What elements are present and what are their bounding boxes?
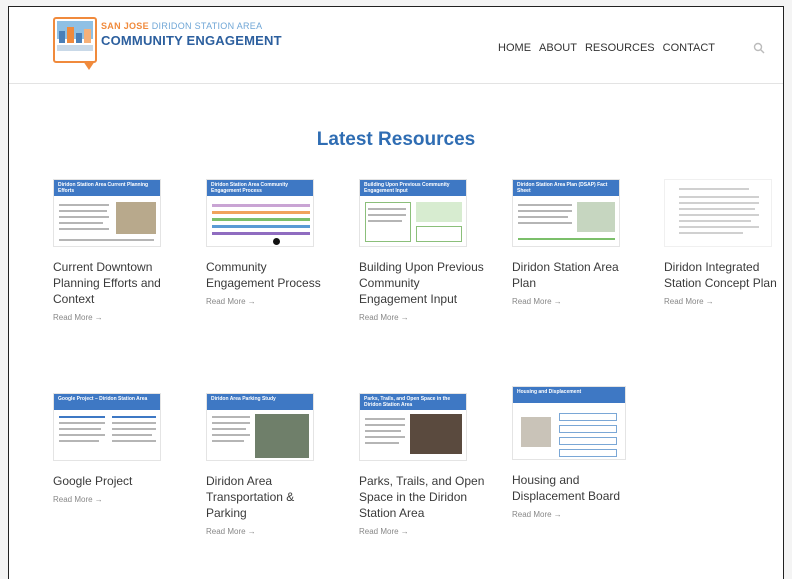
- resource-thumbnail[interactable]: Housing and Displacement: [512, 386, 626, 460]
- read-more-link[interactable]: Read More →: [359, 313, 409, 322]
- nav-item-contact[interactable]: CONTACT: [663, 42, 715, 54]
- thumbnail-title: Building Upon Previous Community Engagem…: [364, 182, 450, 194]
- read-more-link[interactable]: Read More →: [53, 313, 103, 322]
- resource-card: Housing and Displacement Housing and Dis…: [512, 386, 642, 522]
- resource-title[interactable]: Diridon Station Area Plan: [512, 259, 642, 291]
- thumbnail-title: Parks, Trails, and Open Space in the Dir…: [364, 396, 451, 408]
- read-more-link[interactable]: Read More →: [206, 527, 256, 536]
- logo-city: SAN JOSE: [101, 21, 149, 31]
- resource-thumbnail[interactable]: Diridon Area Parking Study: [206, 393, 314, 461]
- resource-thumbnail[interactable]: Building Upon Previous Community Engagem…: [359, 179, 467, 247]
- site-logo[interactable]: SAN JOSE DIRIDON STATION AREA COMMUNITY …: [53, 17, 282, 79]
- resource-title[interactable]: Parks, Trails, and Open Space in the Dir…: [359, 473, 489, 521]
- resource-thumbnail[interactable]: Diridon Station Area Current Planning Ef…: [53, 179, 161, 247]
- thumbnail-title: Diridon Station Area Plan (DSAP) Fact Sh…: [517, 182, 608, 194]
- nav-item-home[interactable]: HOME: [498, 42, 531, 54]
- read-more-link[interactable]: Read More →: [664, 297, 714, 306]
- resource-card: Diridon Area Parking Study Diridon Area …: [206, 393, 336, 539]
- resource-card: Google Project – Diridon Station Area Go…: [53, 393, 183, 507]
- read-more-link[interactable]: Read More →: [512, 510, 562, 519]
- logo-speech-tail-icon: [83, 61, 95, 70]
- resource-card: Diridon Station Area Plan (DSAP) Fact Sh…: [512, 179, 642, 309]
- search-icon[interactable]: [753, 42, 765, 54]
- resource-title[interactable]: Building Upon Previous Community Engagem…: [359, 259, 489, 307]
- logo-badge-icon: [53, 17, 97, 63]
- main-nav: HOME ABOUT RESOURCES CONTACT: [498, 42, 715, 54]
- resource-title[interactable]: Housing and Displacement Board: [512, 472, 642, 504]
- resource-title[interactable]: Community Engagement Process: [206, 259, 336, 291]
- resource-title[interactable]: Current Downtown Planning Efforts and Co…: [53, 259, 183, 307]
- thumbnail-title: Housing and Displacement: [517, 389, 582, 395]
- logo-tagline: SAN JOSE DIRIDON STATION AREA: [101, 21, 262, 31]
- read-more-link[interactable]: Read More →: [53, 495, 103, 504]
- resource-card: Building Upon Previous Community Engagem…: [359, 179, 489, 325]
- resource-title[interactable]: Google Project: [53, 473, 183, 489]
- resource-title[interactable]: Diridon Area Transportation & Parking: [206, 473, 336, 521]
- nav-item-resources[interactable]: RESOURCES: [585, 42, 655, 54]
- thumbnail-title: Diridon Station Area Community Engagemen…: [211, 182, 289, 194]
- browser-frame: SAN JOSE DIRIDON STATION AREA COMMUNITY …: [8, 6, 784, 579]
- resource-card: Diridon Station Area Community Engagemen…: [206, 179, 336, 309]
- read-more-link[interactable]: Read More →: [512, 297, 562, 306]
- read-more-link[interactable]: Read More →: [359, 527, 409, 536]
- resource-card: Diridon Integrated Station Concept Plan …: [664, 179, 783, 309]
- resource-thumbnail[interactable]: Parks, Trails, and Open Space in the Dir…: [359, 393, 467, 461]
- resource-thumbnail[interactable]: Diridon Station Area Community Engagemen…: [206, 179, 314, 247]
- site-header: SAN JOSE DIRIDON STATION AREA COMMUNITY …: [9, 7, 783, 84]
- resource-card: Parks, Trails, and Open Space in the Dir…: [359, 393, 489, 539]
- read-more-link[interactable]: Read More →: [206, 297, 256, 306]
- section-title: Latest Resources: [316, 129, 476, 150]
- thumbnail-title: Diridon Area Parking Study: [211, 396, 276, 402]
- thumbnail-title: Diridon Station Area Current Planning Ef…: [58, 182, 149, 194]
- resource-title[interactable]: Diridon Integrated Station Concept Plan: [664, 259, 783, 291]
- logo-area: DIRIDON STATION AREA: [151, 21, 263, 31]
- resource-thumbnail[interactable]: Google Project – Diridon Station Area: [53, 393, 161, 461]
- resource-thumbnail[interactable]: Diridon Station Area Plan (DSAP) Fact Sh…: [512, 179, 620, 247]
- resource-card: Diridon Station Area Current Planning Ef…: [53, 179, 183, 325]
- resource-thumbnail[interactable]: [664, 179, 772, 247]
- logo-title: COMMUNITY ENGAGEMENT: [101, 33, 282, 48]
- thumbnail-title: Google Project – Diridon Station Area: [58, 396, 148, 402]
- nav-item-about[interactable]: ABOUT: [539, 42, 577, 54]
